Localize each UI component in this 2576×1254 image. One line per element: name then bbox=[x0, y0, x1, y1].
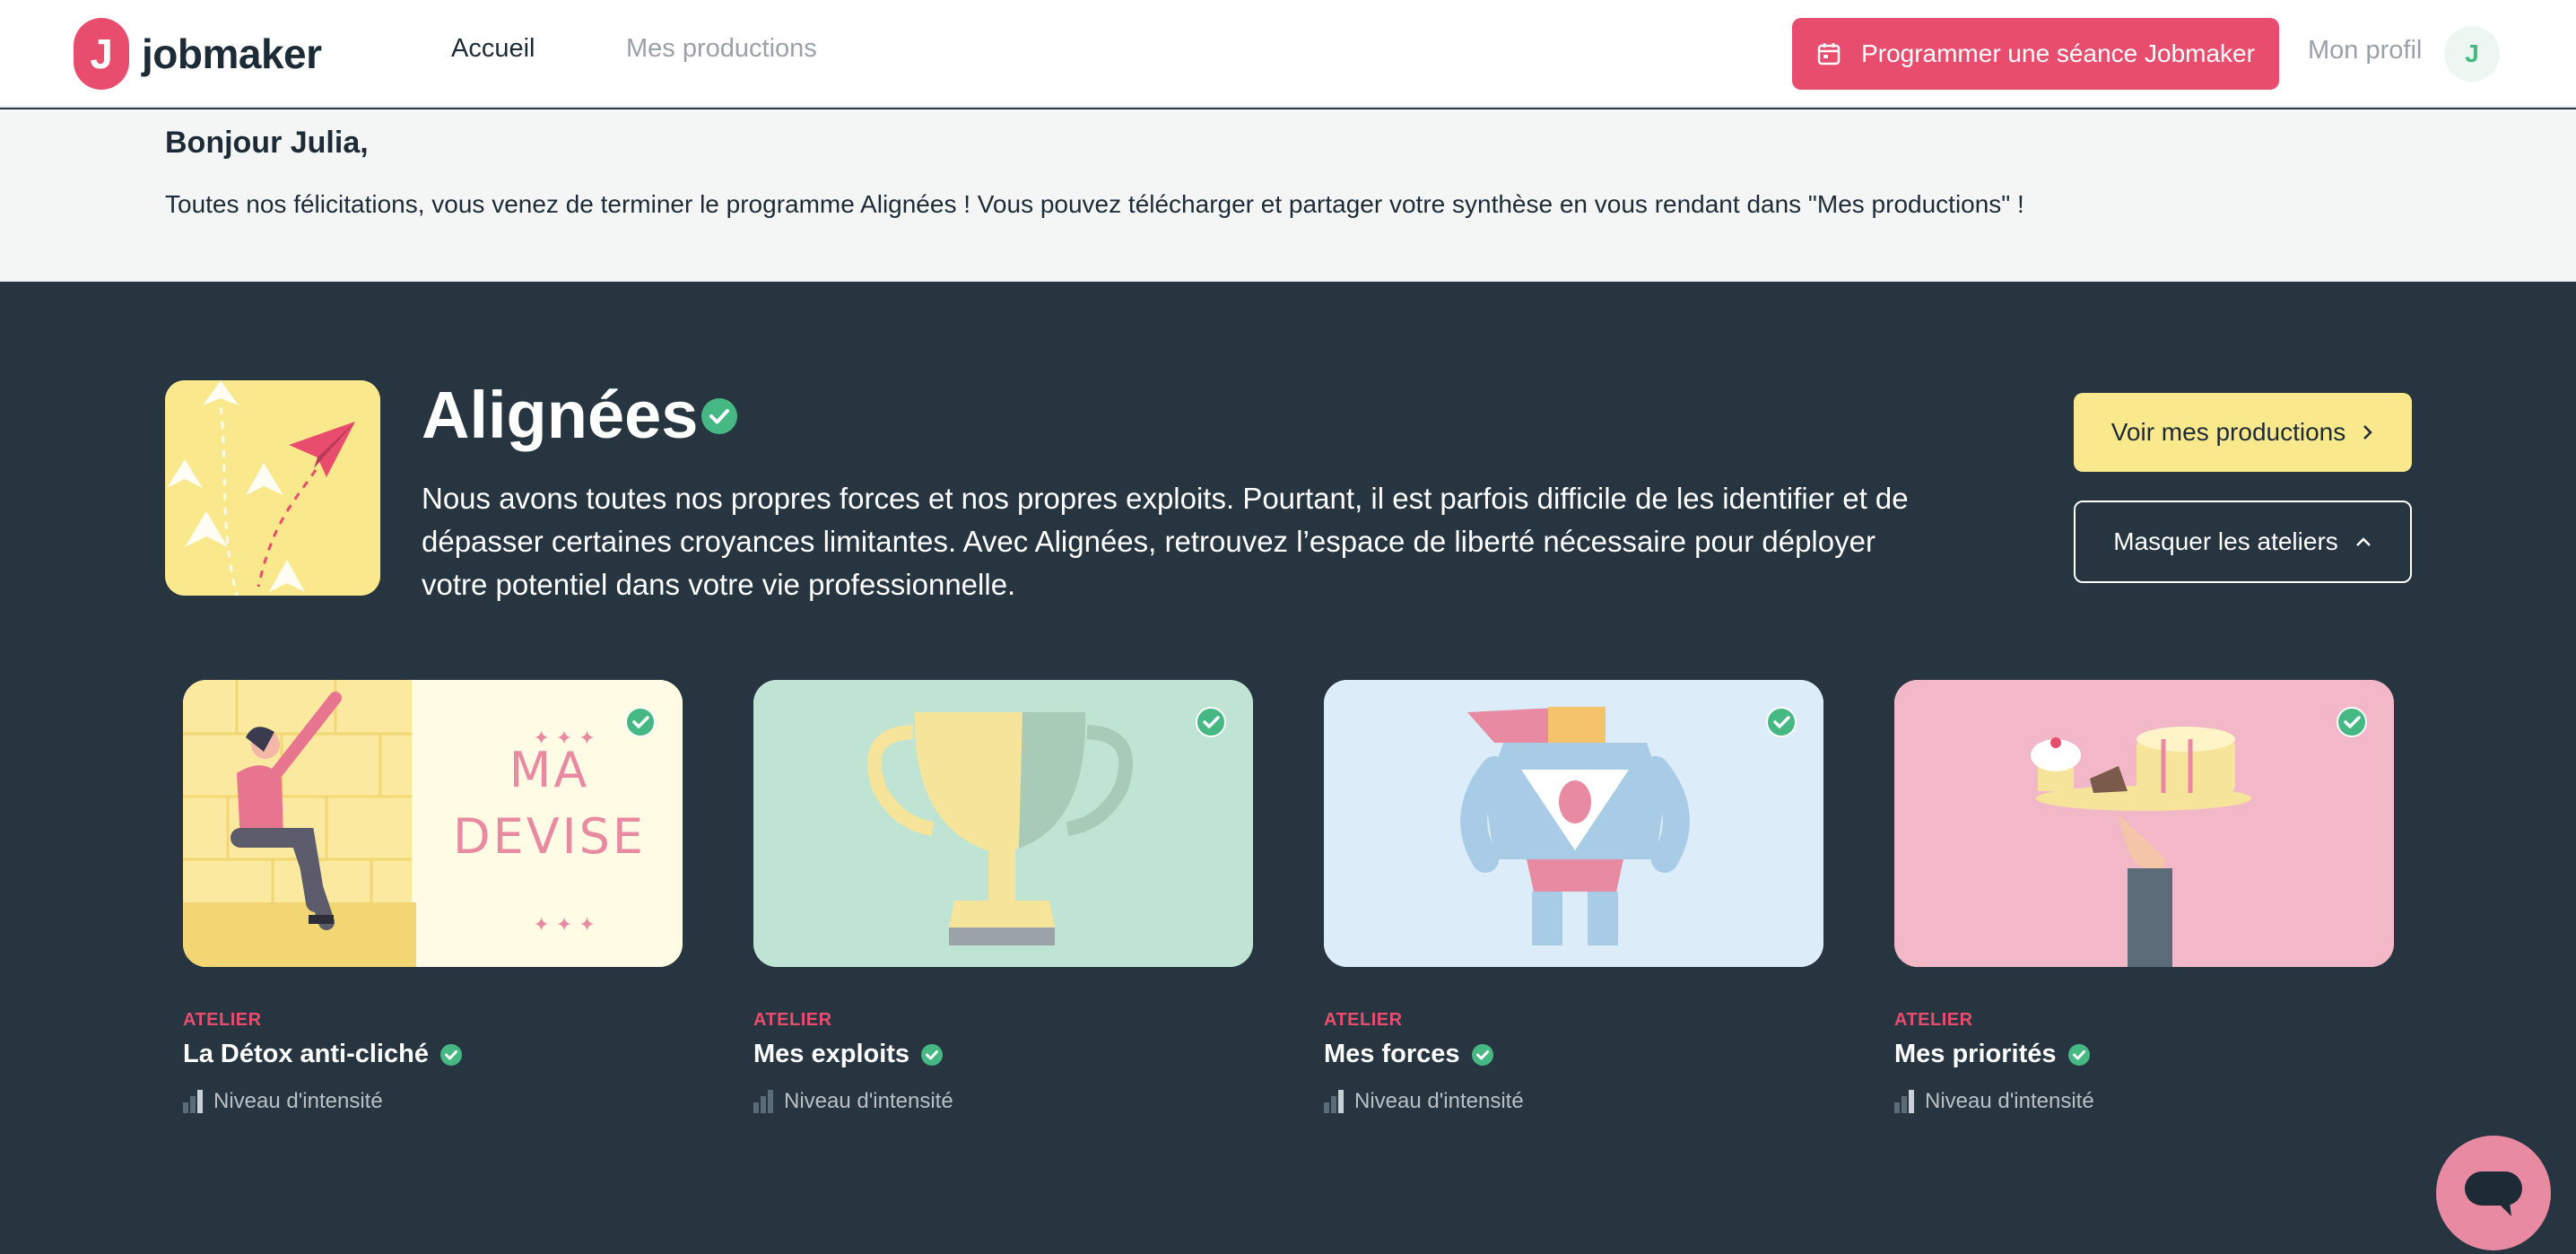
completed-check-icon bbox=[625, 707, 656, 737]
chat-icon bbox=[2465, 1171, 2522, 1216]
intensity-label: Niveau d'intensité bbox=[213, 1089, 383, 1113]
greeting-title: Bonjour Julia, bbox=[165, 126, 369, 160]
workshop-kicker: ATELIER bbox=[753, 1010, 832, 1030]
completed-check-icon bbox=[1766, 707, 1797, 737]
workshop-title-text: Mes priorités bbox=[1894, 1040, 2057, 1068]
completed-check-icon bbox=[2067, 1043, 2090, 1066]
hide-workshops-label: Masquer les ateliers bbox=[2113, 527, 2338, 555]
workshop-card-detox[interactable]: ✦ ✦ ✦ ✦ ✦ ✦ MA DEVISE ATELIER La Détox a… bbox=[183, 680, 683, 1114]
paper-planes-icon bbox=[165, 380, 380, 596]
completed-check-icon bbox=[439, 1043, 462, 1066]
chat-launcher-button[interactable] bbox=[2436, 1136, 2551, 1250]
motto-line-1: MA bbox=[509, 742, 590, 798]
superhero-illustration bbox=[1324, 680, 1823, 967]
workshop-image[interactable] bbox=[753, 680, 1253, 967]
avatar[interactable]: J bbox=[2444, 26, 2500, 82]
svg-text:✦ ✦ ✦: ✦ ✦ ✦ bbox=[533, 914, 595, 936]
workshop-title-text: Mes forces bbox=[1324, 1040, 1460, 1068]
workshop-kicker: ATELIER bbox=[1324, 1010, 1403, 1030]
intensity-bars-icon bbox=[1324, 1090, 1345, 1113]
greeting-message: Toutes nos félicitations, vous venez de … bbox=[165, 190, 2024, 218]
workshop-title-text: La Détox anti-cliché bbox=[183, 1040, 429, 1068]
completed-check-icon bbox=[1196, 707, 1226, 737]
intensity-level: Niveau d'intensité bbox=[753, 1089, 1253, 1114]
workshop-card-priorites[interactable]: ATELIER Mes priorités Niveau d'intensité bbox=[1894, 680, 2394, 1114]
intensity-level: Niveau d'intensité bbox=[183, 1089, 683, 1114]
chevron-up-icon bbox=[2355, 537, 2371, 546]
program-illustration bbox=[165, 380, 380, 596]
intensity-bars-icon bbox=[183, 1090, 205, 1113]
nav-home[interactable]: Accueil bbox=[451, 34, 535, 64]
workshop-kicker: ATELIER bbox=[1894, 1010, 1973, 1030]
motto-line-2: DEVISE bbox=[453, 808, 646, 865]
logo-text: jobmaker bbox=[142, 30, 322, 77]
intensity-label: Niveau d'intensité bbox=[1354, 1089, 1524, 1113]
profile-link[interactable]: Mon profil bbox=[2308, 36, 2422, 65]
workshop-card-forces[interactable]: ATELIER Mes forces Niveau d'intensité bbox=[1324, 680, 1823, 1114]
intensity-bars-icon bbox=[753, 1090, 775, 1113]
workshop-title[interactable]: Mes forces bbox=[1324, 1040, 1823, 1069]
schedule-session-button[interactable]: Programmer une séance Jobmaker bbox=[1792, 18, 2279, 90]
hide-workshops-button[interactable]: Masquer les ateliers bbox=[2074, 501, 2412, 583]
intensity-label: Niveau d'intensité bbox=[1925, 1089, 2094, 1113]
workshop-image[interactable]: ✦ ✦ ✦ ✦ ✦ ✦ MA DEVISE bbox=[183, 680, 683, 967]
trophy-illustration bbox=[753, 680, 1253, 967]
completed-check-icon bbox=[2337, 707, 2367, 737]
jobmaker-logo[interactable]: J jobmaker bbox=[74, 18, 322, 90]
view-productions-label: Voir mes productions bbox=[2110, 418, 2346, 446]
workshop-image[interactable] bbox=[1324, 680, 1823, 967]
completed-check-icon bbox=[1471, 1043, 1493, 1066]
intensity-bars-icon bbox=[1894, 1090, 1916, 1113]
program-description: Nous avons toutes nos propres forces et … bbox=[422, 482, 1909, 601]
workshop-kicker: ATELIER bbox=[183, 1010, 262, 1030]
chevron-right-icon bbox=[2363, 425, 2373, 440]
workshop-title[interactable]: Mes priorités bbox=[1894, 1040, 2394, 1069]
logo-icon: J bbox=[74, 18, 129, 90]
program-title: Alignées bbox=[422, 378, 699, 452]
intensity-label: Niveau d'intensité bbox=[784, 1089, 953, 1113]
motto-sign-text: MA DEVISE bbox=[416, 737, 683, 870]
workshop-card-exploits[interactable]: ATELIER Mes exploits Niveau d'intensité bbox=[753, 680, 1253, 1114]
top-header: J jobmaker Accueil Mes productions Progr… bbox=[0, 0, 2576, 108]
workshop-title[interactable]: Mes exploits bbox=[753, 1040, 1253, 1069]
workshop-title[interactable]: La Détox anti-cliché bbox=[183, 1040, 683, 1069]
workshop-image[interactable] bbox=[1894, 680, 2394, 967]
completed-check-icon bbox=[701, 398, 737, 434]
intensity-level: Niveau d'intensité bbox=[1324, 1089, 1823, 1114]
intensity-level: Niveau d'intensité bbox=[1894, 1089, 2394, 1114]
calendar-icon bbox=[1817, 43, 1841, 65]
completed-check-icon bbox=[921, 1043, 944, 1066]
schedule-session-label: Programmer une séance Jobmaker bbox=[1861, 39, 2255, 67]
nav-productions[interactable]: Mes productions bbox=[626, 34, 817, 64]
view-productions-button[interactable]: Voir mes productions bbox=[2074, 393, 2412, 472]
cake-tray-illustration bbox=[1894, 680, 2394, 967]
workshop-title-text: Mes exploits bbox=[753, 1040, 910, 1068]
